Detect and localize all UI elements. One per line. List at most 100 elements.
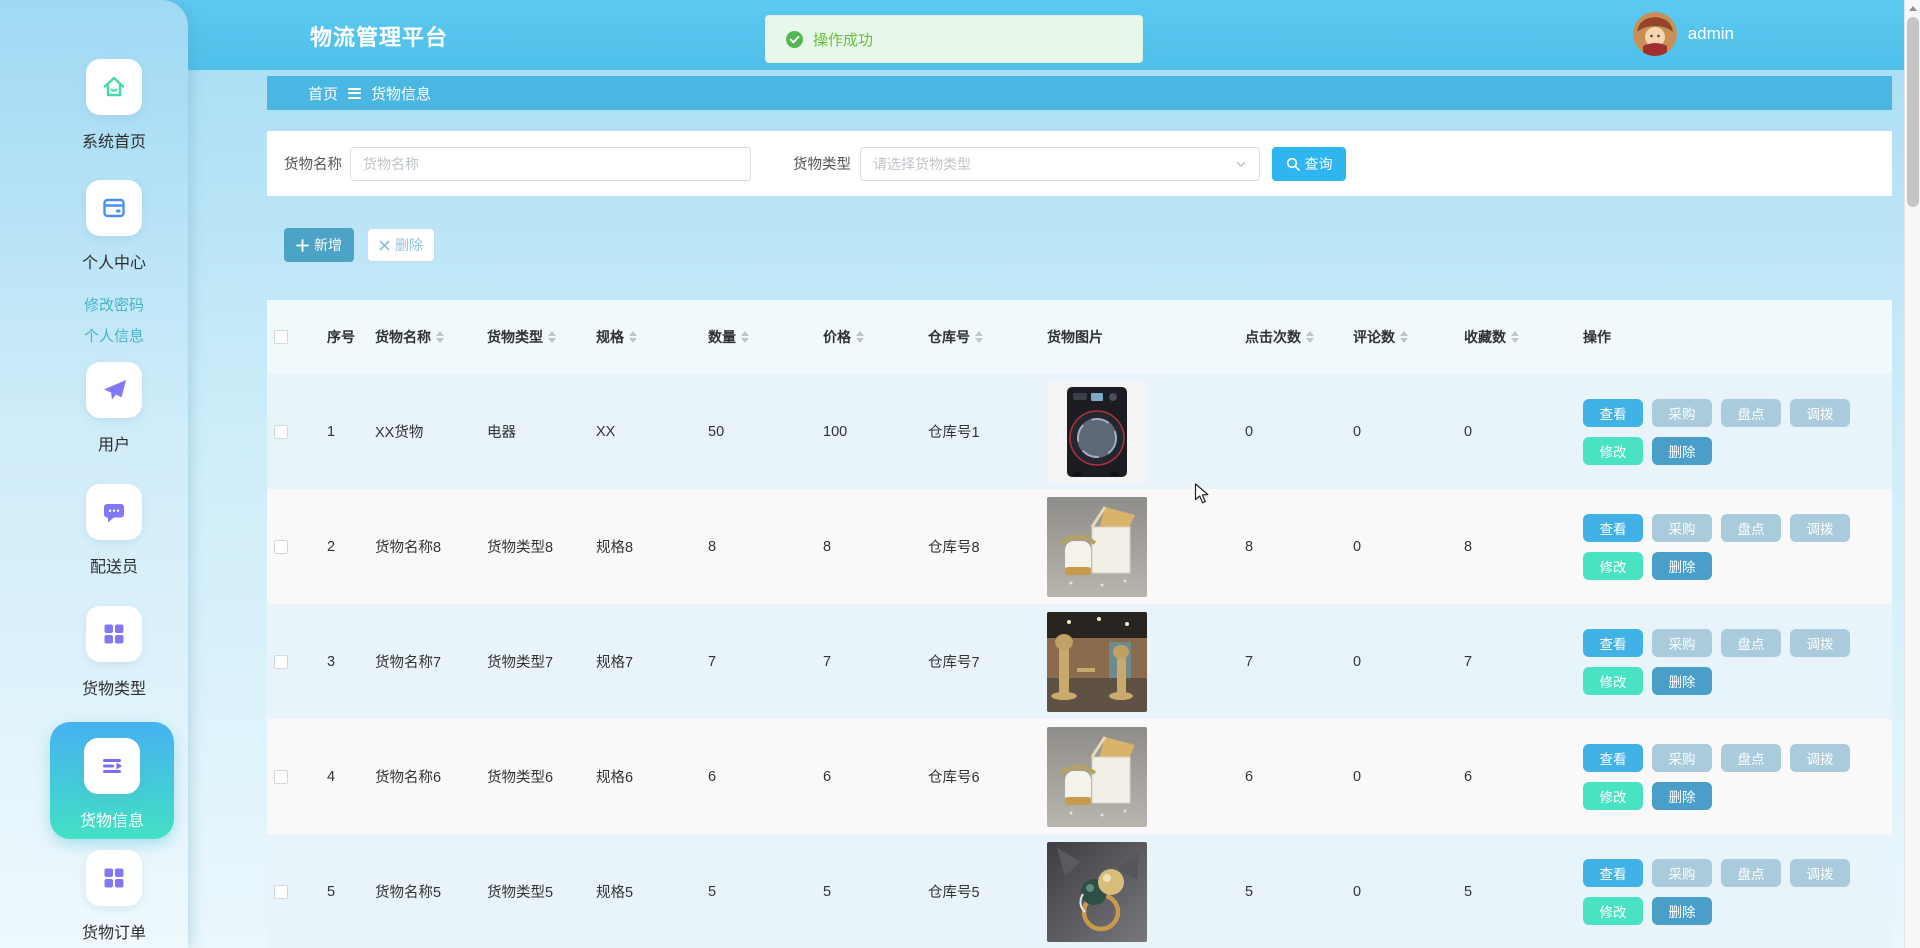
col-qty: 数量: [708, 327, 736, 347]
scrollbar-thumb[interactable]: [1907, 17, 1919, 207]
edit-button[interactable]: 修改: [1583, 782, 1643, 810]
cell-clicks: 8: [1245, 539, 1253, 555]
row-delete-button[interactable]: 删除: [1652, 667, 1712, 695]
filter-bar: 货物名称 货物类型 请选择货物类型 查询: [267, 131, 1892, 196]
select-all-checkbox[interactable]: [274, 330, 288, 344]
sidebar-link-personal-info[interactable]: 个人信息: [40, 325, 188, 346]
inventory-button[interactable]: 盘点: [1721, 399, 1781, 427]
inventory-button[interactable]: 盘点: [1721, 859, 1781, 887]
row-delete-button[interactable]: 删除: [1652, 782, 1712, 810]
inventory-button[interactable]: 盘点: [1721, 744, 1781, 772]
cell-spec: XX: [596, 424, 615, 440]
user-avatar[interactable]: [1633, 12, 1677, 56]
cell-comments: 0: [1353, 539, 1361, 555]
sidebar-item-profile[interactable]: 个人中心: [40, 180, 188, 273]
inventory-button[interactable]: 盘点: [1721, 629, 1781, 657]
plus-icon: [296, 239, 309, 252]
cell-type: 货物类型5: [487, 881, 553, 902]
transfer-button[interactable]: 调拨: [1790, 744, 1850, 772]
sort-caret-icon[interactable]: [1400, 331, 1408, 343]
cell-name: 货物名称8: [375, 536, 441, 557]
view-button[interactable]: 查看: [1583, 399, 1643, 427]
table-row: 1 XX货物 电器 XX 50 100 仓库号1 0 0 0 查看 采购 盘点 …: [267, 374, 1892, 489]
cell-comments: 0: [1353, 654, 1361, 670]
purchase-button[interactable]: 采购: [1652, 859, 1712, 887]
col-image: 货物图片: [1047, 327, 1103, 347]
sort-caret-icon[interactable]: [436, 331, 444, 343]
cell-name: 货物名称6: [375, 766, 441, 787]
row-delete-button[interactable]: 删除: [1652, 897, 1712, 925]
purchase-button[interactable]: 采购: [1652, 399, 1712, 427]
purchase-button[interactable]: 采购: [1652, 744, 1712, 772]
transfer-button[interactable]: 调拨: [1790, 514, 1850, 542]
edit-button[interactable]: 修改: [1583, 552, 1643, 580]
sidebar-item-cargo-info[interactable]: 货物信息: [50, 722, 174, 839]
view-button[interactable]: 查看: [1583, 514, 1643, 542]
sidebar-item-couriers[interactable]: 配送员: [40, 484, 188, 577]
edit-button[interactable]: 修改: [1583, 897, 1643, 925]
row-checkbox[interactable]: [274, 770, 288, 784]
breadcrumb-home[interactable]: 首页: [308, 83, 338, 104]
transfer-button[interactable]: 调拨: [1790, 399, 1850, 427]
view-button[interactable]: 查看: [1583, 744, 1643, 772]
view-button[interactable]: 查看: [1583, 859, 1643, 887]
cell-price: 8: [823, 539, 831, 555]
username: admin: [1688, 24, 1734, 44]
row-actions: 查看 采购 盘点 调拨 修改 删除: [1583, 514, 1892, 580]
search-button[interactable]: 查询: [1272, 147, 1346, 181]
cell-name: XX货物: [375, 421, 423, 442]
sidebar-link-change-password[interactable]: 修改密码: [40, 294, 188, 315]
name-filter-input[interactable]: [350, 147, 751, 181]
type-filter-select[interactable]: 请选择货物类型: [860, 147, 1260, 181]
view-button[interactable]: 查看: [1583, 629, 1643, 657]
col-warehouse: 仓库号: [928, 327, 970, 347]
row-checkbox[interactable]: [274, 885, 288, 899]
purchase-button[interactable]: 采购: [1652, 629, 1712, 657]
user-menu[interactable]: admin: [1633, 12, 1734, 56]
add-button[interactable]: 新增: [284, 228, 354, 262]
type-filter-label: 货物类型: [793, 153, 851, 174]
edit-button[interactable]: 修改: [1583, 437, 1643, 465]
cell-name: 货物名称7: [375, 651, 441, 672]
sort-caret-icon[interactable]: [548, 331, 556, 343]
sidebar-item-cargo-orders[interactable]: 货物订单: [40, 850, 188, 943]
cell-qty: 7: [708, 654, 716, 670]
sort-caret-icon[interactable]: [1511, 331, 1519, 343]
cell-warehouse: 仓库号1: [928, 421, 980, 442]
sort-caret-icon[interactable]: [1306, 331, 1314, 343]
cell-favorites: 5: [1464, 884, 1472, 900]
inventory-button[interactable]: 盘点: [1721, 514, 1781, 542]
product-image: [1047, 382, 1147, 482]
row-actions: 查看 采购 盘点 调拨 修改 删除: [1583, 629, 1892, 695]
sidebar-item-home[interactable]: 系统首页: [40, 59, 188, 152]
success-check-icon: [786, 31, 803, 48]
sort-caret-icon[interactable]: [975, 331, 983, 343]
cell-clicks: 0: [1245, 424, 1253, 440]
cell-price: 5: [823, 884, 831, 900]
grid-icon: [86, 606, 142, 662]
row-delete-button[interactable]: 删除: [1652, 552, 1712, 580]
paper-plane-icon: [86, 362, 142, 418]
sort-caret-icon[interactable]: [741, 331, 749, 343]
row-checkbox[interactable]: [274, 540, 288, 554]
scroll-up-arrow-icon[interactable]: [1905, 0, 1920, 16]
col-name: 货物名称: [375, 327, 431, 347]
row-checkbox[interactable]: [274, 425, 288, 439]
success-toast: 操作成功: [765, 15, 1143, 63]
delete-button[interactable]: 删除: [367, 228, 435, 262]
table-row: 4 货物名称6 货物类型6 规格6 6 6 仓库号6 6 0 6 查看 采购 盘…: [267, 719, 1892, 834]
row-actions: 查看 采购 盘点 调拨 修改 删除: [1583, 399, 1892, 465]
row-delete-button[interactable]: 删除: [1652, 437, 1712, 465]
transfer-button[interactable]: 调拨: [1790, 629, 1850, 657]
sort-caret-icon[interactable]: [856, 331, 864, 343]
row-checkbox[interactable]: [274, 655, 288, 669]
sidebar-item-cargo-type[interactable]: 货物类型: [40, 606, 188, 699]
edit-button[interactable]: 修改: [1583, 667, 1643, 695]
cargo-table: 序号 货物名称 货物类型 规格 数量 价格 仓库号 货物图片 点击次数 评论数 …: [267, 300, 1892, 948]
transfer-button[interactable]: 调拨: [1790, 859, 1850, 887]
sidebar-item-users[interactable]: 用户: [40, 362, 188, 455]
sort-caret-icon[interactable]: [629, 331, 637, 343]
cell-index: 2: [327, 539, 335, 555]
purchase-button[interactable]: 采购: [1652, 514, 1712, 542]
window-scrollbar[interactable]: [1904, 0, 1920, 948]
